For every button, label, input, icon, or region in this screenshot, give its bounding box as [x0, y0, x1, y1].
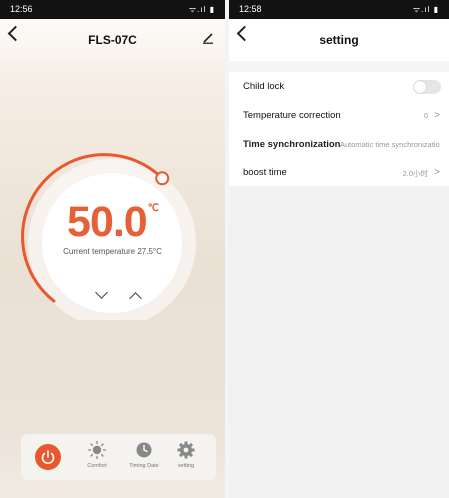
nav-setting-label: setting [177, 463, 195, 469]
current-temperature: Current temperature 27.5°C [63, 247, 162, 256]
settings-screen: 12:58 ᯤ.ıl ▮ setting Child lock Temperat… [229, 0, 449, 498]
toggle-knob [414, 81, 426, 93]
status-icons: ᯤ.ıl ▮ [412, 5, 439, 14]
setting-row-child-lock[interactable]: Child lock [229, 72, 449, 100]
nav-setting[interactable]: setting [162, 440, 210, 469]
nav-timing-date-label: Timing Date [129, 463, 159, 469]
power-button[interactable] [35, 444, 61, 470]
clock-icon [136, 442, 152, 458]
top-nav: FLS-07C [0, 19, 225, 61]
status-time: 12:58 [239, 4, 262, 14]
boost-time-value: 2.0小时 [402, 169, 428, 178]
temperature-unit: ℃ [147, 203, 159, 214]
child-lock-label: Child lock [243, 81, 285, 92]
section-gap [229, 61, 449, 72]
top-nav: setting [229, 19, 449, 61]
chevron-right-icon: > [434, 110, 440, 121]
temperature-correction-label: Temperature correction [243, 110, 341, 121]
time-sync-label: Time synchronization [243, 139, 341, 150]
edit-icon[interactable] [202, 32, 214, 44]
sun-icon [87, 440, 107, 460]
status-icons: ᯤ.ıl ▮ [188, 5, 215, 14]
setting-row-boost-time[interactable]: boost time 2.0小时 > [229, 158, 449, 186]
settings-empty-area [229, 186, 449, 498]
nav-comfort-label: Comfort [87, 463, 107, 469]
chevron-right-icon: > [434, 167, 440, 178]
dial-handle [155, 171, 170, 186]
device-title: FLS-07C [88, 33, 137, 47]
set-temperature: 50.0℃ [0, 198, 225, 247]
nav-timing-date[interactable]: Timing Date [120, 440, 168, 469]
setting-row-temperature-correction[interactable]: Temperature correction 0 > [229, 101, 449, 129]
temperature-correction-value: 0 [423, 111, 428, 120]
boost-time-label: boost time [243, 167, 287, 178]
status-bar: 12:58 ᯤ.ıl ▮ [229, 0, 449, 19]
set-temperature-value: 50.0 [67, 198, 148, 246]
bottom-nav: Comfort Timing Date setting [21, 434, 216, 480]
page-title: setting [319, 33, 359, 47]
time-sync-value: Automatic time synchronizatio [340, 140, 440, 149]
nav-comfort[interactable]: Comfort [73, 440, 121, 469]
power-icon [41, 450, 55, 465]
status-bar: 12:56 ᯤ.ıl ▮ [0, 0, 225, 19]
setting-row-time-sync[interactable]: Time synchronization Automatic time sync… [229, 130, 449, 158]
child-lock-toggle[interactable] [413, 80, 441, 94]
thermostat-screen: 12:56 ᯤ.ıl ▮ FLS-07C 50.0℃ Current tempe… [0, 0, 225, 498]
status-time: 12:56 [10, 4, 33, 14]
gear-icon [177, 441, 195, 459]
